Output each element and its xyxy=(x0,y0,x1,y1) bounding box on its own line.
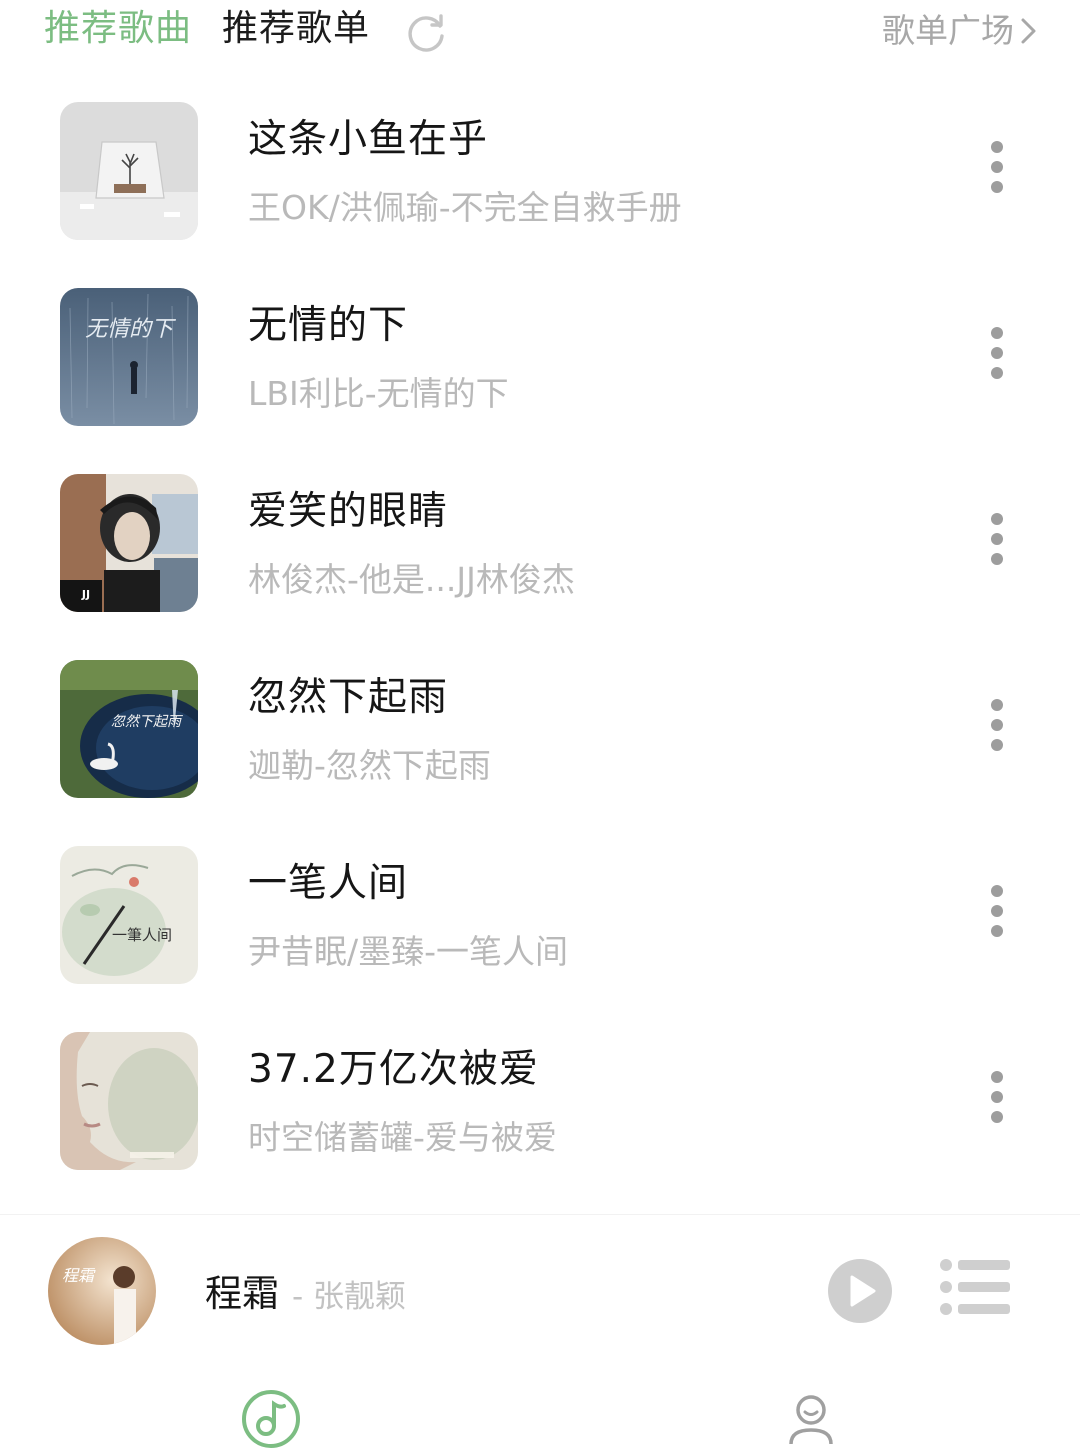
mini-player[interactable]: 程霜 程霜 - 张靓颖 xyxy=(0,1214,1080,1365)
song-subtitle: 林俊杰-他是...JJ林俊杰 xyxy=(248,560,575,599)
cover-text: 程霜 xyxy=(62,1266,96,1285)
album-cover: JJ xyxy=(60,474,198,612)
playlist-plaza-label: 歌单广场 xyxy=(882,10,1014,50)
top-tab-bar: 推荐歌曲 推荐歌单 歌单广场 xyxy=(0,0,1080,62)
song-title: 无情的下 xyxy=(248,303,409,348)
cover-text: 一筆人间 xyxy=(112,926,172,944)
more-vertical-icon[interactable] xyxy=(978,880,1016,950)
song-item[interactable]: 一筆人间 一笔人间 尹昔眠/墨臻-一笔人间 xyxy=(0,824,1080,1010)
user-icon[interactable] xyxy=(786,1392,836,1446)
music-note-icon[interactable] xyxy=(240,1388,302,1450)
more-vertical-icon[interactable] xyxy=(978,136,1016,206)
song-title: 爱笑的眼睛 xyxy=(248,489,449,534)
player-cover: 程霜 xyxy=(48,1237,156,1345)
tab-recommended-songs[interactable]: 推荐歌曲 xyxy=(44,6,192,52)
player-artist: - 张靓颖 xyxy=(292,1279,407,1315)
song-title: 一笔人间 xyxy=(248,861,409,906)
album-cover xyxy=(60,102,198,240)
playlist-plaza-link[interactable]: 歌单广场 xyxy=(882,6,1038,54)
song-title: 忽然下起雨 xyxy=(248,675,449,720)
cover-text: JJ xyxy=(81,588,90,601)
album-cover: 一筆人间 xyxy=(60,846,198,984)
song-item[interactable]: 37.2万亿次被爱 时空储蓄罐-爱与被爱 xyxy=(0,1010,1080,1196)
song-item[interactable]: 这条小鱼在乎 王OK/洪佩瑜-不完全自救手册 xyxy=(0,80,1080,266)
song-title: 37.2万亿次被爱 xyxy=(248,1047,539,1092)
song-subtitle: 王OK/洪佩瑜-不完全自救手册 xyxy=(248,188,682,227)
tab-recommended-playlists[interactable]: 推荐歌单 xyxy=(222,6,370,52)
song-subtitle: 迦勒-忽然下起雨 xyxy=(248,746,491,785)
more-vertical-icon[interactable] xyxy=(978,1066,1016,1136)
refresh-icon[interactable] xyxy=(404,12,448,56)
song-list: 这条小鱼在乎 王OK/洪佩瑜-不完全自救手册 无情的下 无情的下 LBI利比-无… xyxy=(0,80,1080,1196)
song-item[interactable]: JJ 爱笑的眼睛 林俊杰-他是...JJ林俊杰 xyxy=(0,452,1080,638)
cover-text: 忽然下起雨 xyxy=(111,714,183,730)
song-title: 这条小鱼在乎 xyxy=(248,117,489,162)
more-vertical-icon[interactable] xyxy=(978,508,1016,578)
more-vertical-icon[interactable] xyxy=(978,694,1016,764)
cover-text: 无情的下 xyxy=(85,317,177,342)
song-item[interactable]: 忽然下起雨 忽然下起雨 迦勒-忽然下起雨 xyxy=(0,638,1080,824)
playlist-icon[interactable] xyxy=(938,1257,1012,1317)
album-cover: 无情的下 xyxy=(60,288,198,426)
song-subtitle: 尹昔眠/墨臻-一笔人间 xyxy=(248,932,569,971)
song-subtitle: LBI利比-无情的下 xyxy=(248,374,509,413)
album-cover xyxy=(60,1032,198,1170)
chevron-right-icon xyxy=(1021,18,1036,43)
play-icon[interactable] xyxy=(826,1257,894,1325)
song-subtitle: 时空储蓄罐-爱与被爱 xyxy=(248,1118,557,1157)
player-song-title: 程霜 xyxy=(205,1272,279,1315)
more-vertical-icon[interactable] xyxy=(978,322,1016,392)
album-cover: 忽然下起雨 xyxy=(60,660,198,798)
song-item[interactable]: 无情的下 无情的下 LBI利比-无情的下 xyxy=(0,266,1080,452)
